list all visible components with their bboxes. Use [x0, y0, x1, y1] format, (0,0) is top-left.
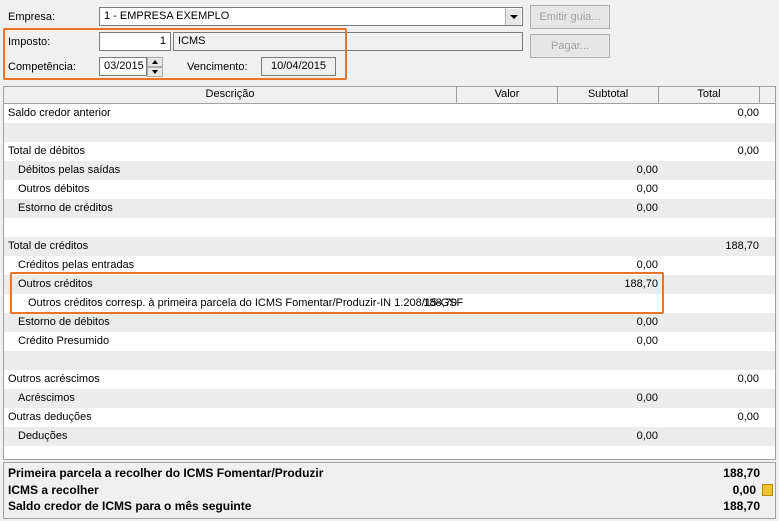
- table-row[interactable]: Total de créditos 188,70: [4, 237, 775, 256]
- row-description: Deduções: [18, 430, 68, 442]
- table-row[interactable]: [4, 123, 775, 142]
- row-description: Outras deduções: [8, 411, 92, 423]
- table-row[interactable]: Acréscimos 0,00: [4, 389, 775, 408]
- empresa-dropdown[interactable]: 1 - EMPRESA EXEMPLO: [99, 7, 523, 26]
- row-subtotal: 0,00: [636, 430, 658, 442]
- row-description: Outros acréscimos: [8, 373, 100, 385]
- table-row[interactable]: [4, 218, 775, 237]
- row-subtotal: 0,00: [636, 316, 658, 328]
- row-subtotal: 0,00: [636, 202, 658, 214]
- pagar-button[interactable]: Pagar...: [530, 34, 610, 58]
- table-row[interactable]: Saldo credor anterior 0,00: [4, 104, 775, 123]
- summary-saldo-credor: Saldo credor de ICMS para o mês seguinte…: [8, 498, 770, 514]
- table-row[interactable]: Outras deduções 0,00: [4, 408, 775, 427]
- col-total[interactable]: Total: [659, 87, 760, 103]
- table-row[interactable]: Outros acréscimos 0,00: [4, 370, 775, 389]
- empresa-label: Empresa:: [8, 11, 56, 23]
- table-row[interactable]: [4, 351, 775, 370]
- summary-icms-recolher: ICMS a recolher 0,00: [8, 482, 770, 498]
- summary-panel: Primeira parcela a recolher do ICMS Fome…: [3, 462, 776, 519]
- chevron-down-icon[interactable]: [505, 9, 521, 25]
- emitir-guia-button[interactable]: Emitir guia...: [530, 5, 610, 29]
- row-total: 188,70: [725, 240, 759, 252]
- saldo-credor-value: 188,70: [723, 499, 760, 513]
- primeira-parcela-label: Primeira parcela a recolher do ICMS Fome…: [8, 466, 324, 480]
- row-description: Outros débitos: [18, 183, 90, 195]
- table-row[interactable]: Estorno de créditos 0,00: [4, 199, 775, 218]
- col-descricao[interactable]: Descrição: [4, 87, 457, 103]
- row-description: Saldo credor anterior: [8, 107, 111, 119]
- highlight-box-grid: [10, 272, 664, 314]
- row-description: Débitos pelas saídas: [18, 164, 121, 176]
- table-row[interactable]: Deduções 0,00: [4, 427, 775, 446]
- table-row[interactable]: [4, 446, 775, 459]
- summary-primeira-parcela: Primeira parcela a recolher do ICMS Fome…: [8, 465, 770, 481]
- table-row[interactable]: Estorno de débitos 0,00: [4, 313, 775, 332]
- table-row[interactable]: Total de débitos 0,00: [4, 142, 775, 161]
- primeira-parcela-value: 188,70: [723, 466, 760, 480]
- row-total: 0,00: [737, 145, 759, 157]
- table-row[interactable]: Crédito Presumido 0,00: [4, 332, 775, 351]
- row-description: Total de créditos: [8, 240, 89, 252]
- row-subtotal: 0,00: [636, 392, 658, 404]
- table-row[interactable]: Débitos pelas saídas 0,00: [4, 161, 775, 180]
- guia-icon[interactable]: [762, 484, 773, 496]
- col-valor[interactable]: Valor: [457, 87, 558, 103]
- row-subtotal: 0,00: [636, 335, 658, 347]
- col-subtotal[interactable]: Subtotal: [558, 87, 659, 103]
- row-description: Total de débitos: [8, 145, 86, 157]
- icms-recolher-value: 0,00: [732, 483, 756, 497]
- row-description: Crédito Presumido: [18, 335, 110, 347]
- saldo-credor-label: Saldo credor de ICMS para o mês seguinte: [8, 499, 252, 513]
- row-total: 0,00: [737, 411, 759, 423]
- highlight-box-top: [3, 28, 347, 80]
- row-description: Estorno de débitos: [18, 316, 110, 328]
- row-subtotal: 0,00: [636, 164, 658, 176]
- row-subtotal: 0,00: [636, 183, 658, 195]
- icms-recolher-label: ICMS a recolher: [8, 483, 99, 497]
- row-description: Acréscimos: [18, 392, 75, 404]
- table-row[interactable]: Outros débitos 0,00: [4, 180, 775, 199]
- row-description: Estorno de créditos: [18, 202, 113, 214]
- empresa-value: 1 - EMPRESA EXEMPLO: [104, 10, 230, 22]
- grid-header: Descrição Valor Subtotal Total: [4, 87, 775, 104]
- row-total: 0,00: [737, 373, 759, 385]
- row-total: 0,00: [737, 107, 759, 119]
